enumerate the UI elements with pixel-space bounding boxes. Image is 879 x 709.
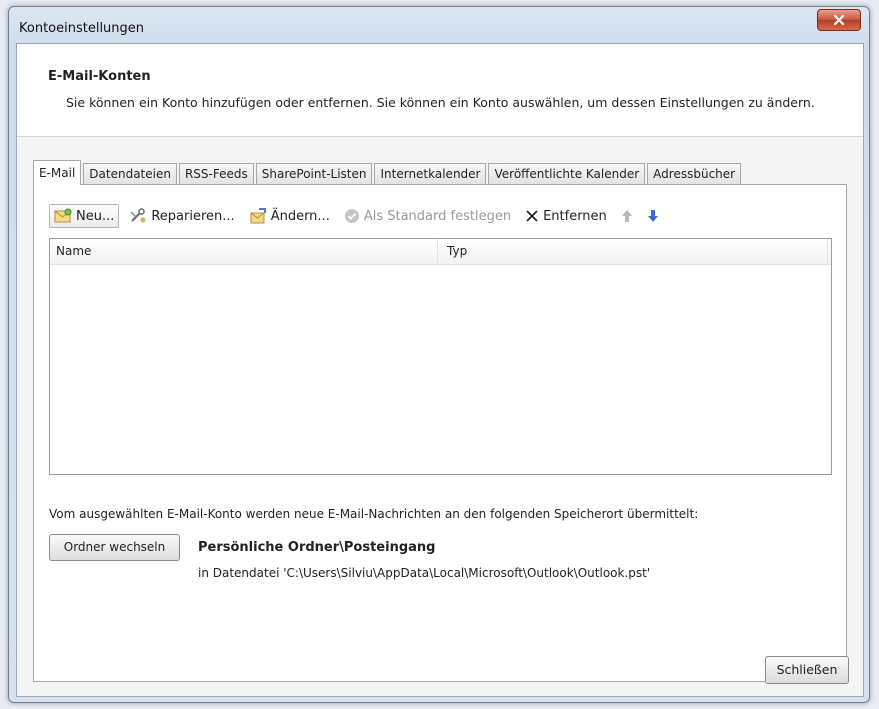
delivery-folder-name: Persönliche Ordner\Posteingang <box>198 540 436 555</box>
tab-strip: E-Mail Datendateien RSS-Feeds SharePoint… <box>33 160 743 185</box>
title-bar[interactable]: Kontoeinstellungen <box>9 7 869 39</box>
repair-label: Reparieren... <box>151 208 235 224</box>
new-account-button[interactable]: Neu... <box>49 204 120 228</box>
delivery-folder-path: in Datendatei 'C:\Users\Silviu\AppData\L… <box>198 566 651 580</box>
close-dialog-button[interactable]: Schließen <box>765 656 849 684</box>
tab-sharepoint-lists[interactable]: SharePoint-Listen <box>255 163 373 185</box>
checkmark-circle-icon <box>344 208 360 224</box>
section-title: E-Mail-Konten <box>48 69 151 84</box>
window-close-button[interactable] <box>817 9 861 31</box>
set-default-button[interactable]: Als Standard festlegen <box>340 204 515 228</box>
change-folder-button[interactable]: Ordner wechseln <box>49 534 180 561</box>
tab-address-books[interactable]: Adressbücher <box>647 163 742 185</box>
repair-icon <box>129 208 147 224</box>
remove-button[interactable]: Entfernen <box>521 204 611 228</box>
change-label: Ändern... <box>270 208 330 224</box>
new-account-icon <box>54 208 72 224</box>
tab-email[interactable]: E-Mail <box>33 160 82 185</box>
change-button[interactable]: Ändern... <box>245 204 334 228</box>
window-title: Kontoeinstellungen <box>19 21 145 36</box>
dialog-window: Kontoeinstellungen E-Mail-Konten Sie kön… <box>8 6 870 703</box>
tab-published-calendars[interactable]: Veröffentlichte Kalender <box>488 163 646 185</box>
column-header-name[interactable]: Name <box>50 239 438 264</box>
tab-internet-calendars[interactable]: Internetkalender <box>374 163 487 185</box>
dialog-client: E-Mail-Konten Sie können ein Konto hinzu… <box>16 43 864 697</box>
move-up-button[interactable] <box>617 204 637 228</box>
email-tab-panel: Neu... Reparieren... Ändern... Als Stand… <box>33 184 847 682</box>
remove-x-icon <box>525 209 539 223</box>
account-list-header: Name Typ <box>50 239 831 265</box>
set-default-label: Als Standard festlegen <box>363 208 512 224</box>
arrow-down-icon <box>647 210 658 222</box>
tab-data-files[interactable]: Datendateien <box>83 163 177 185</box>
account-list[interactable]: Name Typ <box>49 238 832 475</box>
delivery-info-text: Vom ausgewählten E-Mail-Konto werden neu… <box>49 507 699 521</box>
remove-label: Entfernen <box>543 208 607 224</box>
change-icon <box>249 208 267 224</box>
account-toolbar: Neu... Reparieren... Ändern... Als Stand… <box>49 203 669 229</box>
new-account-label: Neu... <box>76 208 115 224</box>
header-panel: E-Mail-Konten Sie können ein Konto hinzu… <box>17 44 863 137</box>
repair-button[interactable]: Reparieren... <box>125 204 238 228</box>
section-description: Sie können ein Konto hinzufügen oder ent… <box>66 95 815 110</box>
column-header-type[interactable]: Typ <box>438 239 828 264</box>
arrow-up-icon <box>621 210 632 222</box>
move-down-button[interactable] <box>643 204 663 228</box>
tab-rss-feeds[interactable]: RSS-Feeds <box>178 163 254 185</box>
close-icon <box>833 14 845 26</box>
